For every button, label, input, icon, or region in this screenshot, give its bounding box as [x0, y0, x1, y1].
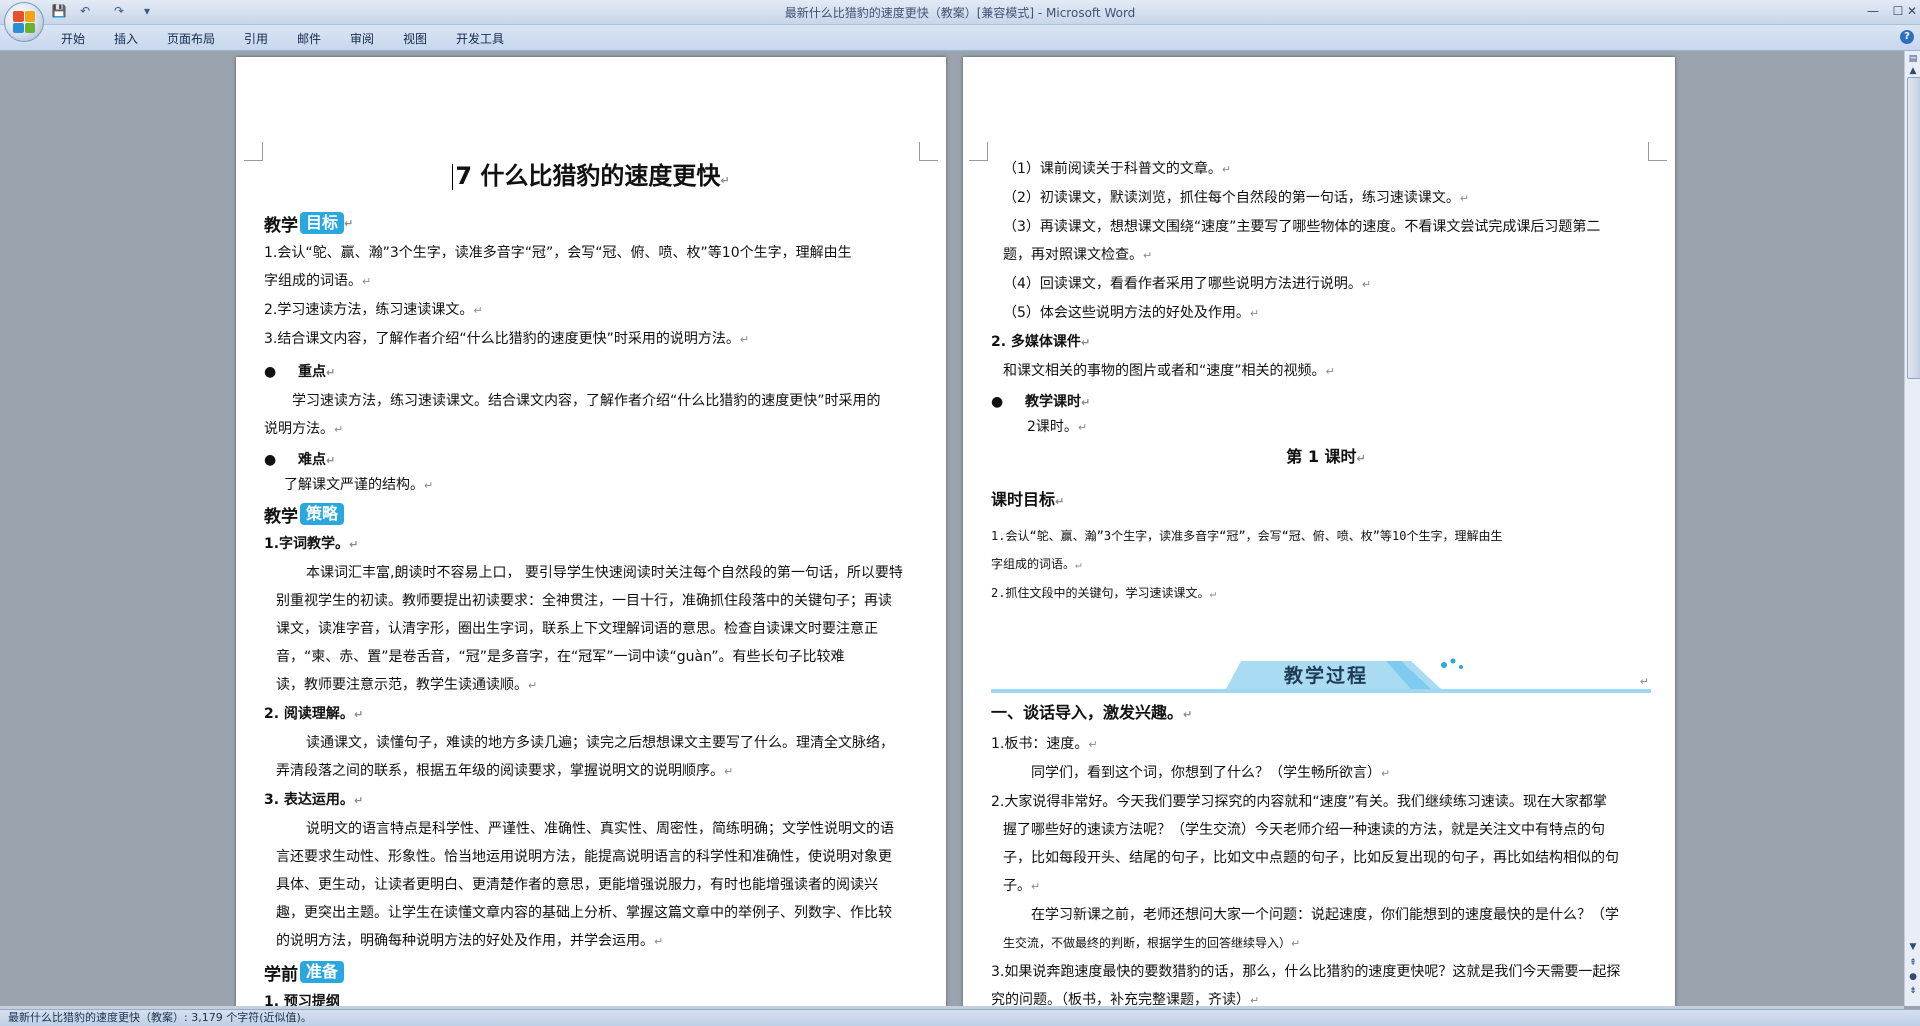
- strategy-text: 本课词汇丰富,朗读时不容易上口， 要引导学生快速阅读时关注每个自然段的第一句话，…: [306, 565, 903, 581]
- process-banner: 教学过程 ↵: [991, 655, 1651, 695]
- key-point-label: ● 重点↵: [264, 364, 336, 380]
- tab-home[interactable]: 开始: [61, 30, 85, 47]
- ribbon-tabs: 开始 插入 页面布局 引用 邮件 审阅 视图 开发工具 ?: [0, 25, 1920, 51]
- tab-developer[interactable]: 开发工具: [456, 30, 504, 47]
- process-banner-title: 教学过程: [1283, 665, 1368, 687]
- process-line: 生交流，不做最终的判断，根据学生的回答继续导入）↵: [1003, 936, 1301, 950]
- strategy-title: 2. 阅读理解。↵: [264, 706, 364, 722]
- close-button[interactable]: ✕: [1905, 2, 1919, 20]
- next-page-icon[interactable]: ⇟: [1907, 985, 1919, 997]
- lesson-goal-line: 1.会认“鸵、赢、瀚”3个生字，读准多音字“冠”，会写“冠、俯、喷、枚”等10个…: [991, 529, 1503, 543]
- page1-content: 教学 目标 ↵ 1.会认“鸵、赢、瀚”3个生字，读准多音字“冠”，会写“冠、俯、喷、…: [264, 207, 934, 1012]
- process-line: 同学们，看到这个词，你想到了什么？（学生畅所欲言）↵: [1031, 765, 1391, 781]
- goal-line: 2.学习速读方法，练习速读课文。↵: [264, 302, 483, 318]
- difficulty-label: ● 难点↵: [264, 452, 336, 468]
- vertical-scrollbar[interactable]: ▤ ▲ ▼ ⇞ ● ⇟: [1904, 51, 1920, 1006]
- tab-page-layout[interactable]: 页面布局: [167, 30, 215, 47]
- lesson-title: 第 1 课时↵: [1286, 447, 1366, 466]
- title-bar: 💾 ↶ ↷ ▾ 最新什么比猎豹的速度更快（教案）[兼容模式] - Microso…: [0, 0, 1920, 25]
- scroll-up-icon[interactable]: ▲: [1907, 65, 1919, 77]
- goal-line: 字组成的词语。↵: [264, 273, 372, 289]
- strategy-text: 弄清段落之间的联系，根据五年级的阅读要求，掌握说明文的说明顺序。↵: [276, 763, 734, 779]
- process-line: 3.如果说奔跑速度最快的要数猎豹的话，那么，什么比猎豹的速度更快呢？这就是我们今…: [991, 964, 1621, 980]
- goal-line: 3.结合课文内容，了解作者介绍“什么比猎豹的速度更快”时采用的说明方法。↵: [264, 331, 750, 347]
- strategy-title: 3. 表达运用。↵: [264, 792, 364, 808]
- page-right[interactable]: （1）课前阅读关于科普文的文章。↵ （2）初读课文，默读浏览，抓住每个自然段的第…: [963, 57, 1675, 1012]
- strategy-text: 课文，读准字音，认清字形，圈出生字词，联系上下文理解词语的意思。检查自读课文时要…: [276, 621, 878, 637]
- page2-content: （1）课前阅读关于科普文的文章。↵ （2）初读课文，默读浏览，抓住每个自然段的第…: [991, 155, 1661, 608]
- scroll-down-icon[interactable]: ▼: [1907, 941, 1919, 953]
- section-header-prep: 学前 准备: [264, 956, 934, 988]
- strategy-text: 言还要求生动性、形象性。恰当地运用说明方法，能提高说明语言的科学性和准确性，使说…: [276, 849, 892, 865]
- media-title: 2. 多媒体课件↵: [991, 334, 1091, 350]
- process-line: 子。↵: [1003, 878, 1041, 894]
- strategy-text: 趣，更突出主题。让学生在读懂文章内容的基础上分析、掌握这篇文章中的举例子、列数字…: [276, 905, 892, 921]
- lesson-goal-line: 2.抓住文段中的关键句，学习速读课文。↵: [991, 586, 1217, 600]
- page-left[interactable]: 7 什么比猎豹的速度更快↵ 教学 目标 ↵ 1.会认“鸵、赢、瀚”3个生字，读准多音…: [236, 57, 946, 1012]
- prep-line: （3）再读课文，想想课文围绕“速度”主要写了哪些物体的速度。不看课文尝试完成课后…: [1003, 219, 1601, 235]
- help-icon[interactable]: ?: [1900, 30, 1914, 44]
- process-line: 在学习新课之前，老师还想问大家一个问题：说起速度，你们能想到的速度最快的是什么？…: [1031, 907, 1619, 923]
- lesson-goal-line: 字组成的词语。↵: [991, 557, 1082, 571]
- process-line: 子，比如每段开头、结尾的句子，比如文中点题的句子，比如反复出现的句子，再比如结构…: [1003, 850, 1619, 866]
- tab-mailings[interactable]: 邮件: [297, 30, 321, 47]
- strategy-text: 读，教师要注意示范，教学生读通读顺。↵: [276, 677, 538, 693]
- status-text: 最新什么比猎豹的速度更快（教案）: 3,179 个字符(近似值)。: [8, 1011, 312, 1024]
- hours-label: ● 教学课时↵: [991, 394, 1091, 410]
- page2-process: 一、谈话导入，激发兴趣。↵ 1.板书：速度。↵ 同学们，看到这个词，你想到了什么…: [991, 698, 1661, 1012]
- prep-line: （1）课前阅读关于科普文的文章。↵: [1003, 161, 1232, 177]
- office-button[interactable]: [4, 2, 44, 42]
- tab-review[interactable]: 审阅: [350, 30, 374, 47]
- strategy-text: 音，“柬、赤、置”是卷舌音，“冠”是多音字，在“冠军”一词中读“guàn”。有些…: [276, 649, 845, 665]
- strategy-text: 说明文的语言特点是科学性、严谨性、准确性、真实性、周密性，简练明确；文学性说明文…: [306, 821, 894, 837]
- media-text: 和课文相关的事物的图片或者和“速度”相关的视频。↵: [1003, 363, 1335, 379]
- goal-line: 1.会认“鸵、赢、瀚”3个生字，读准多音字“冠”，会写“冠、俯、喷、枚”等10个…: [264, 245, 852, 261]
- strategy-text: 读通课文，读懂句子，难读的地方多读几遍；读完之后想想课文主要写了什么。理清全文脉…: [306, 735, 894, 751]
- tab-view[interactable]: 视图: [403, 30, 427, 47]
- text-cursor: [452, 164, 454, 190]
- tab-references[interactable]: 引用: [244, 30, 268, 47]
- window-title: 最新什么比猎豹的速度更快（教案）[兼容模式] - Microsoft Word: [784, 6, 1136, 20]
- section-header-strategy: 教学 策略: [264, 498, 934, 530]
- strategy-text: 的说明方法，明确每种说明方法的好处及作用，并学会运用。↵: [276, 933, 664, 949]
- status-bar: 最新什么比猎豹的速度更快（教案）: 3,179 个字符(近似值)。: [0, 1009, 1920, 1026]
- section-header-goal: 教学 目标 ↵: [264, 212, 354, 236]
- ruler-toggle-icon[interactable]: ▤: [1907, 53, 1919, 65]
- tab-insert[interactable]: 插入: [114, 30, 138, 47]
- process-line: 1.板书：速度。↵: [991, 736, 1098, 752]
- difficulty-text: 了解课文严谨的结构。↵: [284, 477, 434, 493]
- prev-page-icon[interactable]: ⇞: [1907, 957, 1919, 969]
- crop-mark: [969, 142, 988, 161]
- process-line: 2.大家说得非常好。今天我们要学习探究的内容就和“速度”有关。我们继续练习速读。…: [991, 794, 1607, 810]
- minimize-button[interactable]: —: [1860, 2, 1886, 20]
- scrollbar-thumb[interactable]: [1907, 77, 1920, 379]
- prep-line: （2）初读课文，默读浏览，抓住每个自然段的第一句话，练习速读课文。↵: [1003, 190, 1470, 206]
- hours-value: 2课时。↵: [1027, 419, 1088, 435]
- browse-object-icon[interactable]: ●: [1907, 971, 1919, 983]
- strategy-text: 具体、更生动，让读者更明白、更清楚作者的意思，更能增强说服力，有时也能增强读者的…: [276, 877, 878, 893]
- prep-line: （5）体会这些说明方法的好处及作用。↵: [1003, 305, 1260, 321]
- strategy-title: 1.字词教学。↵: [264, 536, 359, 552]
- office-logo-icon: [13, 11, 35, 33]
- document-title: 7 什么比猎豹的速度更快↵: [236, 159, 946, 193]
- process-line: 握了哪些好的速读方法呢？（学生交流）今天老师介绍一种速读的方法，就是关注文中有特…: [1003, 822, 1605, 838]
- key-point-text: 学习速读方法，练习速读课文。结合课文内容，了解作者介绍“什么比猎豹的速度更快”时…: [292, 393, 881, 409]
- prep-line: （4）回读课文，看看作者采用了哪些说明方法进行说明。↵: [1003, 276, 1372, 292]
- prep-line: 题，再对照课文检查。↵: [1003, 247, 1153, 263]
- strategy-text: 别重视学生的初读。教师要提出初读要求：全神贯注，一目十行，准确抓住段落中的关键句…: [276, 593, 892, 609]
- lesson-goal-title: 课时目标↵: [991, 490, 1065, 509]
- part1-title: 一、谈话导入，激发兴趣。↵: [991, 703, 1193, 722]
- key-point-text: 说明方法。↵: [264, 421, 344, 437]
